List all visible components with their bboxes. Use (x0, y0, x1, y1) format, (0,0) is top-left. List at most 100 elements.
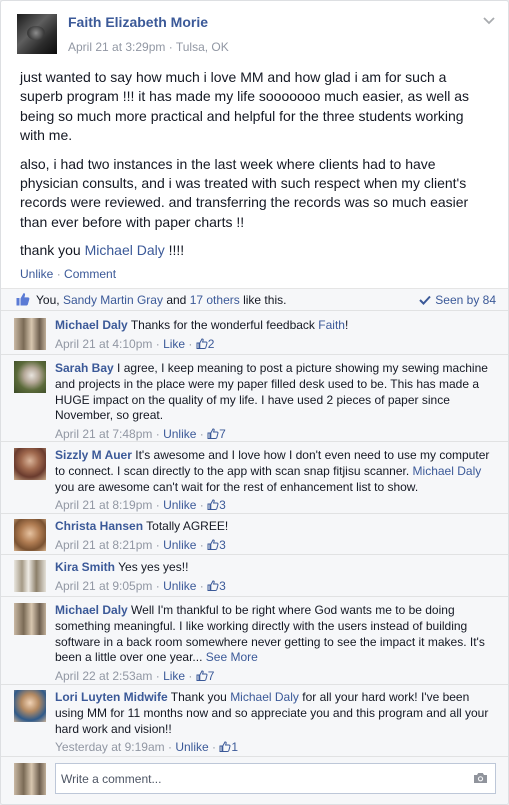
comment-item: Sizzly M Auer It's awesome and I love ho… (1, 441, 508, 513)
comment-body: Kira Smith Yes yes yes!! April 21 at 9:0… (55, 560, 495, 595)
avatar[interactable] (14, 448, 46, 480)
comment-text-end: ! (344, 318, 349, 332)
like-count[interactable]: 1 (219, 740, 238, 754)
post-header: Faith Elizabeth Morie April 21 at 3:29pm… (17, 14, 497, 60)
commenter-name[interactable]: Kira Smith (55, 560, 115, 574)
comment-link[interactable]: Comment (64, 267, 116, 281)
commenter-name[interactable]: Michael Daly (55, 318, 128, 332)
post-paragraph-1: just wanted to say how much i love MM an… (20, 69, 469, 144)
thanks-text: thank you (20, 242, 81, 259)
avatar[interactable] (14, 519, 46, 551)
post-body: just wanted to say how much i love MM an… (20, 68, 492, 270)
thanks-suffix: !!!! (168, 242, 185, 259)
like-count[interactable]: 7 (196, 669, 215, 684)
avatar[interactable] (14, 560, 46, 592)
comment-body: Sarah Bay I agree, I keep meaning to pos… (55, 361, 495, 443)
avatar[interactable] (14, 603, 46, 635)
comment-item: Sarah Bay I agree, I keep meaning to pos… (1, 354, 508, 443)
comment-item: Kira Smith Yes yes yes!! April 21 at 9:0… (1, 554, 508, 596)
post-location[interactable]: Tulsa, OK (176, 40, 229, 54)
unlike-link[interactable]: Unlike (20, 267, 53, 281)
likes-prefix: You, (36, 293, 60, 307)
comment-time[interactable]: April 21 at 4:10pm (55, 337, 152, 351)
comment-time[interactable]: Yesterday at 9:19am (55, 740, 165, 754)
liker-name-link[interactable]: Sandy Martin Gray (63, 293, 163, 307)
comment-time[interactable]: April 21 at 9:05pm (55, 579, 152, 593)
check-icon (419, 295, 432, 305)
comment-meta: April 22 at 2:53am · Like · 7 (55, 669, 215, 684)
like-count-value: 3 (219, 498, 226, 513)
commenter-name[interactable]: Lori Luyten Midwife (55, 690, 168, 704)
mention-link[interactable]: Michael Daly (230, 690, 299, 704)
avatar[interactable] (14, 690, 46, 722)
camera-icon[interactable] (473, 772, 488, 784)
thumbs-up-icon (207, 428, 219, 440)
comment-meta: April 21 at 8:19pm · Unlike · 3 (55, 498, 226, 513)
comment-meta: Yesterday at 9:19am · Unlike · 1 (55, 740, 239, 755)
comment-text-end: you are awesome can't wait for the rest … (55, 479, 419, 494)
like-count-value: 1 (231, 740, 239, 755)
like-count[interactable]: 3 (207, 579, 226, 593)
like-count-value: 3 (219, 537, 226, 552)
thumbs-up-icon (196, 670, 208, 682)
mention-link[interactable]: Faith (318, 318, 345, 332)
comment-time[interactable]: April 22 at 2:53am (55, 669, 152, 683)
like-link[interactable]: Like (163, 669, 185, 683)
comment-body: Christa Hansen Totally AGREE! April 21 a… (55, 519, 495, 554)
comment-item: Christa Hansen Totally AGREE! April 21 a… (1, 513, 508, 554)
see-more-link[interactable]: See More (206, 650, 258, 664)
comment-input[interactable] (55, 763, 496, 794)
avatar[interactable] (14, 318, 46, 350)
comment-text: Thanks for the wonderful feedback (130, 318, 315, 332)
unlike-link[interactable]: Unlike (163, 538, 196, 552)
comment-time[interactable]: April 21 at 8:19pm (55, 498, 152, 512)
avatar (14, 763, 46, 795)
comment-composer (1, 756, 508, 804)
avatar[interactable] (14, 361, 46, 393)
comment-time[interactable]: April 21 at 8:21pm (55, 538, 152, 552)
unlike-link[interactable]: Unlike (163, 498, 196, 512)
comment-item: Lori Luyten Midwife Thank you Michael Da… (1, 684, 508, 756)
meta-separator: · (168, 40, 173, 54)
like-count-value: 7 (219, 427, 226, 442)
commenter-name[interactable]: Christa Hansen (55, 519, 143, 533)
like-link[interactable]: Like (163, 337, 185, 351)
comment-time[interactable]: April 21 at 7:48pm (55, 427, 152, 441)
commenter-name[interactable]: Sarah Bay (55, 361, 114, 375)
like-count[interactable]: 2 (196, 336, 215, 351)
comment-body: Lori Luyten Midwife Thank you Michael Da… (55, 690, 495, 756)
like-count-value: 7 (207, 669, 215, 684)
like-count[interactable]: 3 (207, 538, 226, 552)
thumbs-up-icon (207, 539, 219, 550)
others-link[interactable]: 17 others (190, 293, 240, 307)
post-paragraph-2: also, i had two instances in the last we… (20, 155, 469, 230)
actions-separator: · (56, 267, 61, 281)
mention-link[interactable]: Michael Daly (85, 242, 165, 258)
likes-summary: You, Sandy Martin Gray and 17 others lik… (36, 293, 286, 307)
like-count-value: 2 (207, 336, 215, 351)
author-name[interactable]: Faith Elizabeth Morie (68, 14, 208, 30)
thumbs-up-icon (207, 580, 219, 591)
seen-by[interactable]: Seen by 84 (419, 293, 496, 307)
like-count[interactable]: 3 (207, 498, 226, 512)
comment-text: Totally AGREE! (146, 519, 229, 533)
thumbs-up-icon (16, 293, 30, 306)
mention-link[interactable]: Michael Daly (413, 464, 482, 478)
author-avatar[interactable] (17, 14, 57, 54)
unlike-link[interactable]: Unlike (175, 740, 208, 754)
thumbs-up-icon (207, 499, 219, 511)
unlike-link[interactable]: Unlike (163, 427, 196, 441)
post-actions: Unlike · Comment (20, 267, 116, 281)
comment-meta: April 21 at 9:05pm · Unlike · 3 (55, 578, 226, 593)
comment-item: Michael Daly Thanks for the wonderful fe… (1, 310, 508, 354)
post-date[interactable]: April 21 at 3:29pm (68, 40, 165, 54)
unlike-link[interactable]: Unlike (163, 579, 196, 593)
post-paragraph-3: thank you Michael Daly !!!! (20, 241, 492, 260)
comment-meta: April 21 at 8:21pm · Unlike · 3 (55, 537, 226, 552)
chevron-down-icon[interactable] (481, 14, 497, 28)
commenter-name[interactable]: Sizzly M Auer (55, 448, 132, 462)
like-count[interactable]: 7 (207, 427, 226, 441)
likes-bar: You, Sandy Martin Gray and 17 others lik… (1, 288, 508, 310)
commenter-name[interactable]: Michael Daly (55, 603, 128, 617)
comment-text: Thank you (170, 690, 227, 704)
